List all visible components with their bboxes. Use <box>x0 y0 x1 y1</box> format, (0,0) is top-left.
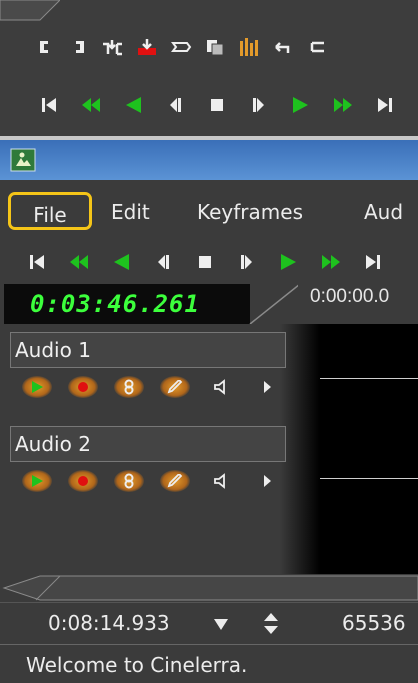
expand-track-icon[interactable] <box>244 467 290 495</box>
menubar: File Edit Keyframes Aud <box>0 190 418 232</box>
horizontal-scrollbar[interactable] <box>0 574 418 602</box>
undo-icon[interactable] <box>266 32 300 62</box>
time-clock: 0:03:46.261 <box>4 284 250 324</box>
menu-audio[interactable]: Aud <box>364 190 403 232</box>
mute-toggle[interactable] <box>198 467 244 495</box>
track-canvas-edge <box>280 324 320 574</box>
status-message: Welcome to Cinelerra. <box>26 653 248 677</box>
fast-reverse-icon[interactable] <box>70 90 112 120</box>
menu-edit[interactable]: Edit <box>111 190 150 232</box>
gang-toggle[interactable] <box>106 467 152 495</box>
rewind-icon[interactable] <box>28 90 70 120</box>
viewer-transport <box>28 88 406 122</box>
track-controls <box>14 466 290 496</box>
sample-zoom-value[interactable]: 65536 <box>342 611 406 635</box>
draw-toggle[interactable] <box>152 467 198 495</box>
record-toggle[interactable] <box>60 373 106 401</box>
reverse-play-icon[interactable] <box>112 90 154 120</box>
meters-icon[interactable] <box>232 32 266 62</box>
reverse-play-icon[interactable] <box>100 247 142 277</box>
stop-icon[interactable] <box>196 90 238 120</box>
zoom-spinner-icon[interactable] <box>262 612 280 636</box>
fast-reverse-icon[interactable] <box>58 247 100 277</box>
out-point-icon[interactable] <box>62 32 96 62</box>
fast-forward-icon[interactable] <box>322 90 364 120</box>
frame-back-icon[interactable] <box>142 247 184 277</box>
play-track-toggle[interactable] <box>14 467 60 495</box>
play-track-toggle[interactable] <box>14 373 60 401</box>
track-controls <box>14 372 290 402</box>
program-transport <box>16 244 394 280</box>
to-clip-icon[interactable] <box>164 32 198 62</box>
stop-icon[interactable] <box>184 247 226 277</box>
gang-toggle[interactable] <box>106 373 152 401</box>
viewer-scroll-corner <box>0 0 60 21</box>
menu-keyframes[interactable]: Keyframes <box>197 190 303 232</box>
rewind-icon[interactable] <box>16 247 58 277</box>
clock-wedge <box>244 284 301 324</box>
edit-toolbar <box>28 30 334 64</box>
program-titlebar[interactable] <box>0 140 418 180</box>
in-point-icon[interactable] <box>28 32 62 62</box>
track-title-audio-1[interactable]: Audio 1 <box>10 332 286 368</box>
jump-end-icon[interactable] <box>364 90 406 120</box>
frame-forward-icon[interactable] <box>238 90 280 120</box>
play-icon[interactable] <box>268 247 310 277</box>
copy-icon[interactable] <box>198 32 232 62</box>
expand-track-icon[interactable] <box>244 373 290 401</box>
play-icon[interactable] <box>280 90 322 120</box>
draw-toggle[interactable] <box>152 373 198 401</box>
frame-forward-icon[interactable] <box>226 247 268 277</box>
fast-forward-icon[interactable] <box>310 247 352 277</box>
mute-toggle[interactable] <box>198 373 244 401</box>
time-format-dropdown-icon[interactable] <box>212 616 230 632</box>
jump-end-icon[interactable] <box>352 247 394 277</box>
frame-back-icon[interactable] <box>154 90 196 120</box>
ruler-start-time: 0:00:00.0 <box>310 286 390 307</box>
cinelerra-app-icon <box>10 148 36 172</box>
record-toggle[interactable] <box>60 467 106 495</box>
splice-icon[interactable] <box>96 32 130 62</box>
redo-icon[interactable] <box>300 32 334 62</box>
overwrite-icon[interactable] <box>130 32 164 62</box>
menu-file[interactable]: File <box>8 192 92 230</box>
selection-length[interactable]: 0:08:14.933 <box>48 611 170 635</box>
track-title-audio-2[interactable]: Audio 2 <box>10 426 286 462</box>
